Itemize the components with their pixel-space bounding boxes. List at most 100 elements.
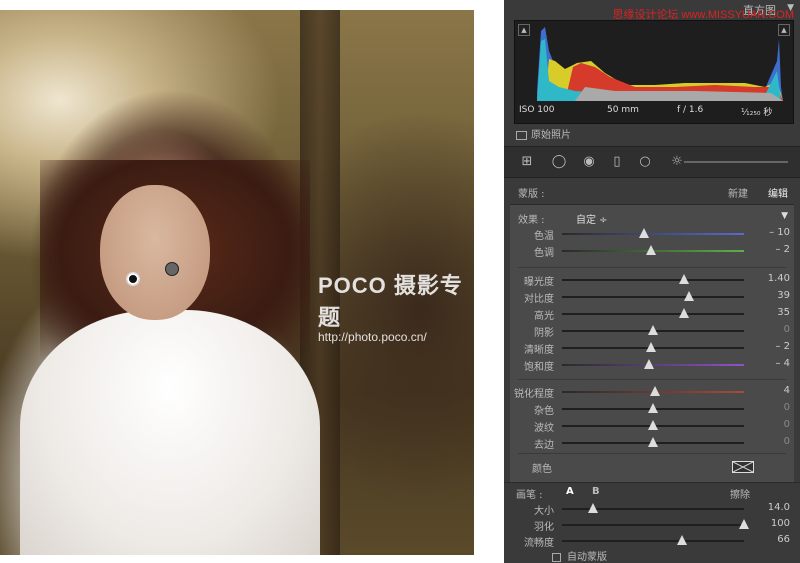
section-divider [518,453,786,454]
tool-slider-track[interactable] [684,161,788,163]
effect-collapse-icon[interactable]: ▼ [781,211,788,221]
slider-track[interactable] [562,233,744,235]
mask-row: 蒙版 : 新建 编辑 [504,178,800,204]
slider-thumb[interactable] [646,342,657,352]
auto-mask-toggle[interactable]: 自动蒙版 [552,548,607,563]
color-label: 颜色 [532,464,552,475]
slider-thumb[interactable] [677,535,688,545]
slider-thumb[interactable] [684,291,695,301]
slider-row: 清晰度 – 2 [510,341,794,356]
slider-row: 羽化 100 [510,518,794,533]
slider-thumb[interactable] [649,386,660,396]
red-eye-icon[interactable]: ◉ [580,153,598,171]
slider-value[interactable]: – 2 [775,244,790,255]
slider-row: 锐化程度 4 [510,385,794,400]
slider-thumb[interactable] [648,403,658,413]
slider-label: 去边 [534,440,554,451]
slider-label: 阴影 [534,328,554,339]
slider-row: 波纹 0 [510,419,794,434]
mask-label: 蒙版 : [518,189,545,200]
slider-thumb[interactable] [646,245,657,255]
effect-preset-dropdown[interactable]: 自定 ÷ [576,211,608,226]
brush-sliders: 大小 14.0 羽化 100 流畅度 66 [504,500,800,549]
slider-value[interactable]: 0 [784,419,790,430]
slider-label: 对比度 [524,294,554,305]
slider-value[interactable]: – 4 [775,358,790,369]
adjustment-pin-active[interactable] [126,272,140,286]
slider-value[interactable]: 39 [777,290,790,301]
slider-row: 高光 35 [510,307,794,322]
brush-label: 画笔 : [516,490,543,501]
tool-strip: ⊞ ◯ ◉ ▯ ○ ☼ [504,146,800,178]
watermark: POCO 摄影专题 http://photo.poco.cn/ [318,268,474,344]
auto-mask-label: 自动蒙版 [567,552,607,563]
slider-thumb[interactable] [648,420,658,430]
slider-row: 色温 – 10 [510,227,794,242]
slider-value[interactable]: 14.0 [768,502,790,513]
slider-value[interactable]: 4 [784,385,790,396]
slider-value[interactable]: 66 [777,534,790,545]
slider-label: 锐化程度 [514,389,554,400]
adjustment-pin[interactable] [165,262,179,276]
slider-row: 杂色 0 [510,402,794,417]
slider-label: 杂色 [534,406,554,417]
slider-thumb[interactable] [587,503,598,513]
slider-thumb[interactable] [678,308,689,318]
brush-erase-button[interactable]: 擦除 [730,486,750,501]
color-row[interactable]: 颜色 [510,457,794,477]
slider-label: 色调 [534,248,554,259]
shadow-clipping-icon[interactable]: ▲ [518,24,530,36]
slider-row: 去边 0 [510,436,794,451]
original-photo-checkbox[interactable] [516,130,527,140]
slider-value[interactable]: – 2 [775,341,790,352]
color-swatch-empty-icon[interactable] [732,461,754,473]
slider-value[interactable]: 0 [784,402,790,413]
slider-value[interactable]: 100 [771,518,790,529]
slider-track[interactable] [562,279,744,281]
slider-thumb[interactable] [648,437,658,447]
slider-value[interactable]: – 10 [769,227,790,238]
slider-thumb[interactable] [638,228,649,238]
exif-iso: ISO 100 [519,105,555,115]
mask-new-button[interactable]: 新建 [728,185,748,200]
slider-value[interactable]: 0 [784,324,790,335]
radial-filter-icon[interactable]: ○ [636,153,654,171]
slider-label: 曝光度 [524,277,554,288]
slider-value[interactable]: 1.40 [768,273,790,284]
subject-face [100,185,210,320]
slider-track[interactable] [562,540,744,542]
slider-track[interactable] [562,296,744,298]
effects-section: 效果 : 自定 ÷ ▼ 色温 – 10 色调 – 2 曝光度 1.40 对比度 39 高光 35 阴… [510,204,794,483]
slider-value[interactable]: 0 [784,436,790,447]
brush-a-button[interactable]: A [566,486,574,497]
develop-panel: 直方图 ▼ ▲ ▲ ISO 100 50 mm f / 1.6 ¹⁄₁₂₅₀ 秒… [504,0,800,563]
slider-label: 羽化 [534,522,554,533]
original-photo-toggle[interactable]: 原始照片 [516,126,571,141]
auto-mask-checkbox[interactable] [552,552,561,562]
watermark-title: POCO 摄影专题 [318,273,463,330]
brush-b-button[interactable]: B [592,486,600,497]
original-photo-label: 原始照片 [531,130,571,141]
slider-thumb[interactable] [739,519,749,529]
slider-thumb[interactable] [644,359,655,369]
effect-label: 效果 : [518,215,545,226]
slider-thumb[interactable] [648,325,658,335]
slider-label: 流畅度 [524,538,554,549]
watermark-url: http://photo.poco.cn/ [318,330,427,344]
spot-removal-icon[interactable]: ◯ [550,153,568,171]
slider-track[interactable] [562,313,744,315]
mask-edit-button[interactable]: 编辑 [768,185,788,200]
slider-thumb[interactable] [678,274,689,284]
highlight-clipping-icon[interactable]: ▲ [778,24,790,36]
graduated-filter-icon[interactable]: ▯ [608,153,626,171]
slider-value[interactable]: 35 [777,307,790,318]
crop-grid-icon[interactable]: ⊞ [516,153,538,171]
photo-canvas[interactable]: POCO 摄影专题 http://photo.poco.cn/ [0,10,474,555]
exif-focal: 50 mm [607,105,639,115]
slider-track[interactable] [562,524,744,526]
slider-label: 清晰度 [524,345,554,356]
slider-label: 高光 [534,311,554,322]
slider-row: 对比度 39 [510,290,794,305]
exif-shutter: ¹⁄₁₂₅₀ 秒 [741,108,773,118]
slider-label: 波纹 [534,423,554,434]
